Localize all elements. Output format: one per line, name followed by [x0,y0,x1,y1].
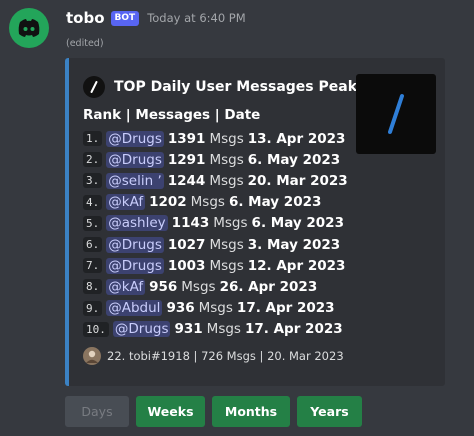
embed-author: TOP Daily User Messages Peaks [83,76,365,98]
rank-code: 6. [83,237,103,253]
user-mention[interactable]: @Drugs [106,257,164,274]
list-item: 4. @kAf 1202 Msgs 6. May 2023 [83,192,348,213]
message-count: 1143 [171,215,210,232]
embed-card: TOP Daily User Messages Peaks Rank | Mes… [65,58,445,386]
message-count: 936 [166,300,195,317]
embed-footer: 22. tobi#1918 | 726 Msgs | 20. Mar 2023 [83,347,344,365]
message-unit: Msgs [206,321,241,338]
peak-date: 17. Apr 2023 [244,321,343,338]
list-item: 2. @Drugs 1291 Msgs 6. May 2023 [83,149,348,170]
message-count: 1027 [167,236,206,253]
author-name[interactable]: tobo [66,9,105,27]
message-timestamp[interactable]: Today at 6:40 PM [147,11,245,25]
embed-thumbnail[interactable] [356,74,436,154]
user-mention[interactable]: @Drugs [106,236,164,253]
rank-code: 2. [83,152,103,168]
peak-date: 3. May 2023 [247,236,341,253]
list-item: 8. @kAf 956 Msgs 26. Apr 2023 [83,276,348,297]
list-item: 1. @Drugs 1391 Msgs 13. Apr 2023 [83,128,348,149]
user-mention[interactable]: @Drugs [106,130,164,147]
message-count: 931 [174,321,203,338]
list-item: 3. @selin ʼ 1244 Msgs 20. Mar 2023 [83,170,348,191]
peak-date: 17. Apr 2023 [236,300,335,317]
message-unit: Msgs [190,194,225,211]
footer-text: 22. tobi#1918 | 726 Msgs | 20. Mar 2023 [107,349,344,363]
message-unit: Msgs [209,257,244,274]
rank-code: 9. [83,300,103,316]
user-mention[interactable]: @kAf [106,278,146,295]
message-count: 1003 [167,257,206,274]
user-mention[interactable]: @selin ʼ [106,172,164,189]
rank-code: 10. [83,321,109,337]
rank-code: 3. [83,173,103,189]
leaderboard-list: 1. @Drugs 1391 Msgs 13. Apr 2023 2. @Dru… [83,128,348,340]
list-item: 6. @Drugs 1027 Msgs 3. May 2023 [83,234,348,255]
peak-date: 6. May 2023 [251,215,344,232]
user-avatar-icon [83,347,101,365]
embed-title: Rank | Messages | Date [83,107,261,123]
message-unit: Msgs [209,172,244,189]
message-count: 1202 [149,194,187,211]
rank-code: 1. [83,131,103,147]
message-header: tobo BOT Today at 6:40 PM [66,8,246,28]
rank-code: 5. [83,215,103,231]
slash-logo-icon [388,94,404,134]
message-unit: Msgs [209,236,244,253]
slash-logo-icon [83,76,105,98]
peak-date: 26. Apr 2023 [219,278,318,295]
rank-code: 4. [83,194,103,210]
bot-badge: BOT [110,10,140,26]
list-item: 5. @ashley 1143 Msgs 6. May 2023 [83,213,348,234]
discord-logo-icon [18,19,40,37]
peak-date: 6. May 2023 [247,151,341,168]
weeks-button[interactable]: Weeks [136,396,205,427]
message-unit: Msgs [181,278,216,295]
message-count: 1244 [167,172,206,189]
action-buttons: Days Weeks Months Years [65,396,369,427]
message-unit: Msgs [213,215,248,232]
message-unit: Msgs [209,130,244,147]
message-unit: Msgs [198,300,233,317]
peak-date: 13. Apr 2023 [247,130,346,147]
list-item: 9. @Abdul 936 Msgs 17. Apr 2023 [83,298,348,319]
bot-avatar[interactable] [9,8,49,48]
rank-code: 7. [83,258,103,274]
message-unit: Msgs [209,151,244,168]
user-mention[interactable]: @kAf [106,194,146,211]
months-button[interactable]: Months [212,396,290,427]
list-item: 10. @Drugs 931 Msgs 17. Apr 2023 [83,319,348,340]
years-button[interactable]: Years [297,396,362,427]
embed-author-name: TOP Daily User Messages Peaks [114,79,366,95]
message-count: 1291 [167,151,206,168]
user-mention[interactable]: @Drugs [112,321,171,338]
user-mention[interactable]: @ashley [106,215,168,232]
rank-code: 8. [83,279,103,295]
message-count: 1391 [167,130,206,147]
days-button[interactable]: Days [65,396,129,427]
user-mention[interactable]: @Drugs [106,151,164,168]
user-mention[interactable]: @Abdul [106,300,163,317]
peak-date: 6. May 2023 [228,194,322,211]
peak-date: 20. Mar 2023 [247,172,348,189]
list-item: 7. @Drugs 1003 Msgs 12. Apr 2023 [83,255,348,276]
edited-label: (edited) [66,38,104,49]
message-count: 956 [149,278,178,295]
peak-date: 12. Apr 2023 [247,257,346,274]
